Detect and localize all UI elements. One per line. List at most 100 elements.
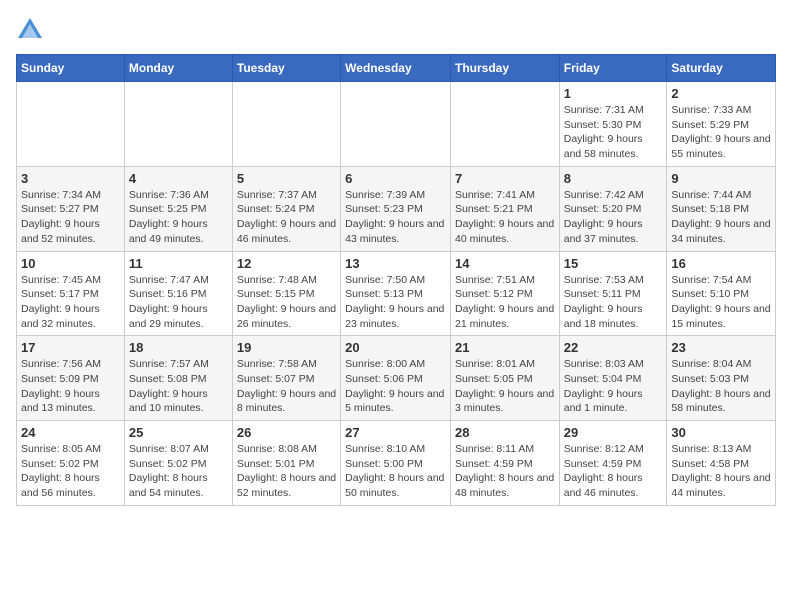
day-info: Sunrise: 8:11 AM Sunset: 4:59 PM Dayligh… xyxy=(455,442,555,501)
calendar-cell: 12 Sunrise: 7:48 AM Sunset: 5:15 PM Dayli… xyxy=(232,251,340,336)
calendar-cell xyxy=(124,82,232,167)
day-info: Sunrise: 7:42 AM Sunset: 5:20 PM Dayligh… xyxy=(564,188,663,247)
day-number: 12 xyxy=(237,256,336,271)
day-info: Sunrise: 8:10 AM Sunset: 5:00 PM Dayligh… xyxy=(345,442,446,501)
calendar-table: SundayMondayTuesdayWednesdayThursdayFrid… xyxy=(16,54,776,506)
day-number: 18 xyxy=(129,340,228,355)
day-number: 25 xyxy=(129,425,228,440)
day-number: 27 xyxy=(345,425,446,440)
calendar-cell: 29 Sunrise: 8:12 AM Sunset: 4:59 PM Dayli… xyxy=(559,421,667,506)
calendar-cell: 1 Sunrise: 7:31 AM Sunset: 5:30 PM Daylig… xyxy=(559,82,667,167)
calendar-cell xyxy=(17,82,125,167)
day-info: Sunrise: 8:08 AM Sunset: 5:01 PM Dayligh… xyxy=(237,442,336,501)
day-info: Sunrise: 8:12 AM Sunset: 4:59 PM Dayligh… xyxy=(564,442,663,501)
col-header-friday: Friday xyxy=(559,55,667,82)
day-info: Sunrise: 8:03 AM Sunset: 5:04 PM Dayligh… xyxy=(564,357,663,416)
calendar-cell: 20 Sunrise: 8:00 AM Sunset: 5:06 PM Dayli… xyxy=(341,336,451,421)
day-number: 5 xyxy=(237,171,336,186)
day-info: Sunrise: 7:57 AM Sunset: 5:08 PM Dayligh… xyxy=(129,357,228,416)
calendar-cell: 4Sunrise: 7:36 AM Sunset: 5:25 PM Daylig… xyxy=(124,166,232,251)
day-info: Sunrise: 8:01 AM Sunset: 5:05 PM Dayligh… xyxy=(455,357,555,416)
page-header xyxy=(16,16,776,44)
col-header-thursday: Thursday xyxy=(450,55,559,82)
day-number: 13 xyxy=(345,256,446,271)
day-number: 7 xyxy=(455,171,555,186)
day-number: 14 xyxy=(455,256,555,271)
calendar-week-1: 1 Sunrise: 7:31 AM Sunset: 5:30 PM Daylig… xyxy=(17,82,776,167)
day-number: 17 xyxy=(21,340,120,355)
calendar-cell: 25 Sunrise: 8:07 AM Sunset: 5:02 PM Dayli… xyxy=(124,421,232,506)
calendar-cell: 9 Sunrise: 7:44 AM Sunset: 5:18 PM Daylig… xyxy=(667,166,776,251)
calendar-cell: 28 Sunrise: 8:11 AM Sunset: 4:59 PM Dayli… xyxy=(450,421,559,506)
day-number: 3 xyxy=(21,171,120,186)
calendar-cell xyxy=(341,82,451,167)
day-number: 9 xyxy=(671,171,771,186)
day-info: Sunrise: 7:41 AM Sunset: 5:21 PM Dayligh… xyxy=(455,188,555,247)
day-number: 1 xyxy=(564,86,663,101)
day-info: Sunrise: 8:00 AM Sunset: 5:06 PM Dayligh… xyxy=(345,357,446,416)
calendar-cell: 5Sunrise: 7:37 AM Sunset: 5:24 PM Daylig… xyxy=(232,166,340,251)
logo xyxy=(16,16,48,44)
day-number: 29 xyxy=(564,425,663,440)
calendar-header: SundayMondayTuesdayWednesdayThursdayFrid… xyxy=(17,55,776,82)
calendar-cell: 23Sunrise: 8:04 AM Sunset: 5:03 PM Dayli… xyxy=(667,336,776,421)
calendar-cell: 17 Sunrise: 7:56 AM Sunset: 5:09 PM Dayli… xyxy=(17,336,125,421)
logo-icon xyxy=(16,16,44,44)
day-number: 8 xyxy=(564,171,663,186)
calendar-cell: 15 Sunrise: 7:53 AM Sunset: 5:11 PM Dayli… xyxy=(559,251,667,336)
day-info: Sunrise: 7:53 AM Sunset: 5:11 PM Dayligh… xyxy=(564,273,663,332)
day-number: 28 xyxy=(455,425,555,440)
col-header-monday: Monday xyxy=(124,55,232,82)
col-header-wednesday: Wednesday xyxy=(341,55,451,82)
calendar-cell: 2Sunrise: 7:33 AM Sunset: 5:29 PM Daylig… xyxy=(667,82,776,167)
day-info: Sunrise: 7:51 AM Sunset: 5:12 PM Dayligh… xyxy=(455,273,555,332)
calendar-body: 1 Sunrise: 7:31 AM Sunset: 5:30 PM Daylig… xyxy=(17,82,776,506)
calendar-week-4: 17 Sunrise: 7:56 AM Sunset: 5:09 PM Dayli… xyxy=(17,336,776,421)
day-number: 26 xyxy=(237,425,336,440)
calendar-cell: 27 Sunrise: 8:10 AM Sunset: 5:00 PM Dayli… xyxy=(341,421,451,506)
calendar-cell: 8 Sunrise: 7:42 AM Sunset: 5:20 PM Daylig… xyxy=(559,166,667,251)
day-number: 30 xyxy=(671,425,771,440)
day-info: Sunrise: 7:50 AM Sunset: 5:13 PM Dayligh… xyxy=(345,273,446,332)
day-info: Sunrise: 7:34 AM Sunset: 5:27 PM Dayligh… xyxy=(21,188,120,247)
calendar-week-5: 24Sunrise: 8:05 AM Sunset: 5:02 PM Dayli… xyxy=(17,421,776,506)
day-info: Sunrise: 7:31 AM Sunset: 5:30 PM Dayligh… xyxy=(564,103,663,162)
calendar-cell: 3 Sunrise: 7:34 AM Sunset: 5:27 PM Daylig… xyxy=(17,166,125,251)
day-number: 6 xyxy=(345,171,446,186)
calendar-cell: 22Sunrise: 8:03 AM Sunset: 5:04 PM Dayli… xyxy=(559,336,667,421)
day-number: 21 xyxy=(455,340,555,355)
day-info: Sunrise: 8:13 AM Sunset: 4:58 PM Dayligh… xyxy=(671,442,771,501)
calendar-cell: 6 Sunrise: 7:39 AM Sunset: 5:23 PM Daylig… xyxy=(341,166,451,251)
calendar-cell: 26 Sunrise: 8:08 AM Sunset: 5:01 PM Dayli… xyxy=(232,421,340,506)
day-info: Sunrise: 7:54 AM Sunset: 5:10 PM Dayligh… xyxy=(671,273,771,332)
day-info: Sunrise: 7:56 AM Sunset: 5:09 PM Dayligh… xyxy=(21,357,120,416)
day-info: Sunrise: 7:47 AM Sunset: 5:16 PM Dayligh… xyxy=(129,273,228,332)
col-header-sunday: Sunday xyxy=(17,55,125,82)
day-info: Sunrise: 7:39 AM Sunset: 5:23 PM Dayligh… xyxy=(345,188,446,247)
calendar-cell: 10 Sunrise: 7:45 AM Sunset: 5:17 PM Dayli… xyxy=(17,251,125,336)
day-info: Sunrise: 7:36 AM Sunset: 5:25 PM Dayligh… xyxy=(129,188,228,247)
calendar-cell: 19 Sunrise: 7:58 AM Sunset: 5:07 PM Dayli… xyxy=(232,336,340,421)
calendar-week-3: 10 Sunrise: 7:45 AM Sunset: 5:17 PM Dayli… xyxy=(17,251,776,336)
day-number: 11 xyxy=(129,256,228,271)
calendar-cell: 18 Sunrise: 7:57 AM Sunset: 5:08 PM Dayli… xyxy=(124,336,232,421)
calendar-cell: 16 Sunrise: 7:54 AM Sunset: 5:10 PM Dayli… xyxy=(667,251,776,336)
calendar-cell: 24Sunrise: 8:05 AM Sunset: 5:02 PM Dayli… xyxy=(17,421,125,506)
calendar-cell: 7 Sunrise: 7:41 AM Sunset: 5:21 PM Daylig… xyxy=(450,166,559,251)
col-header-tuesday: Tuesday xyxy=(232,55,340,82)
calendar-cell xyxy=(232,82,340,167)
calendar-cell: 14 Sunrise: 7:51 AM Sunset: 5:12 PM Dayli… xyxy=(450,251,559,336)
day-number: 10 xyxy=(21,256,120,271)
day-number: 15 xyxy=(564,256,663,271)
day-number: 20 xyxy=(345,340,446,355)
calendar-cell: 13 Sunrise: 7:50 AM Sunset: 5:13 PM Dayli… xyxy=(341,251,451,336)
day-info: Sunrise: 8:07 AM Sunset: 5:02 PM Dayligh… xyxy=(129,442,228,501)
day-info: Sunrise: 7:45 AM Sunset: 5:17 PM Dayligh… xyxy=(21,273,120,332)
day-info: Sunrise: 7:48 AM Sunset: 5:15 PM Dayligh… xyxy=(237,273,336,332)
day-number: 19 xyxy=(237,340,336,355)
day-info: Sunrise: 7:44 AM Sunset: 5:18 PM Dayligh… xyxy=(671,188,771,247)
day-number: 2 xyxy=(671,86,771,101)
day-number: 16 xyxy=(671,256,771,271)
day-info: Sunrise: 7:58 AM Sunset: 5:07 PM Dayligh… xyxy=(237,357,336,416)
calendar-cell xyxy=(450,82,559,167)
